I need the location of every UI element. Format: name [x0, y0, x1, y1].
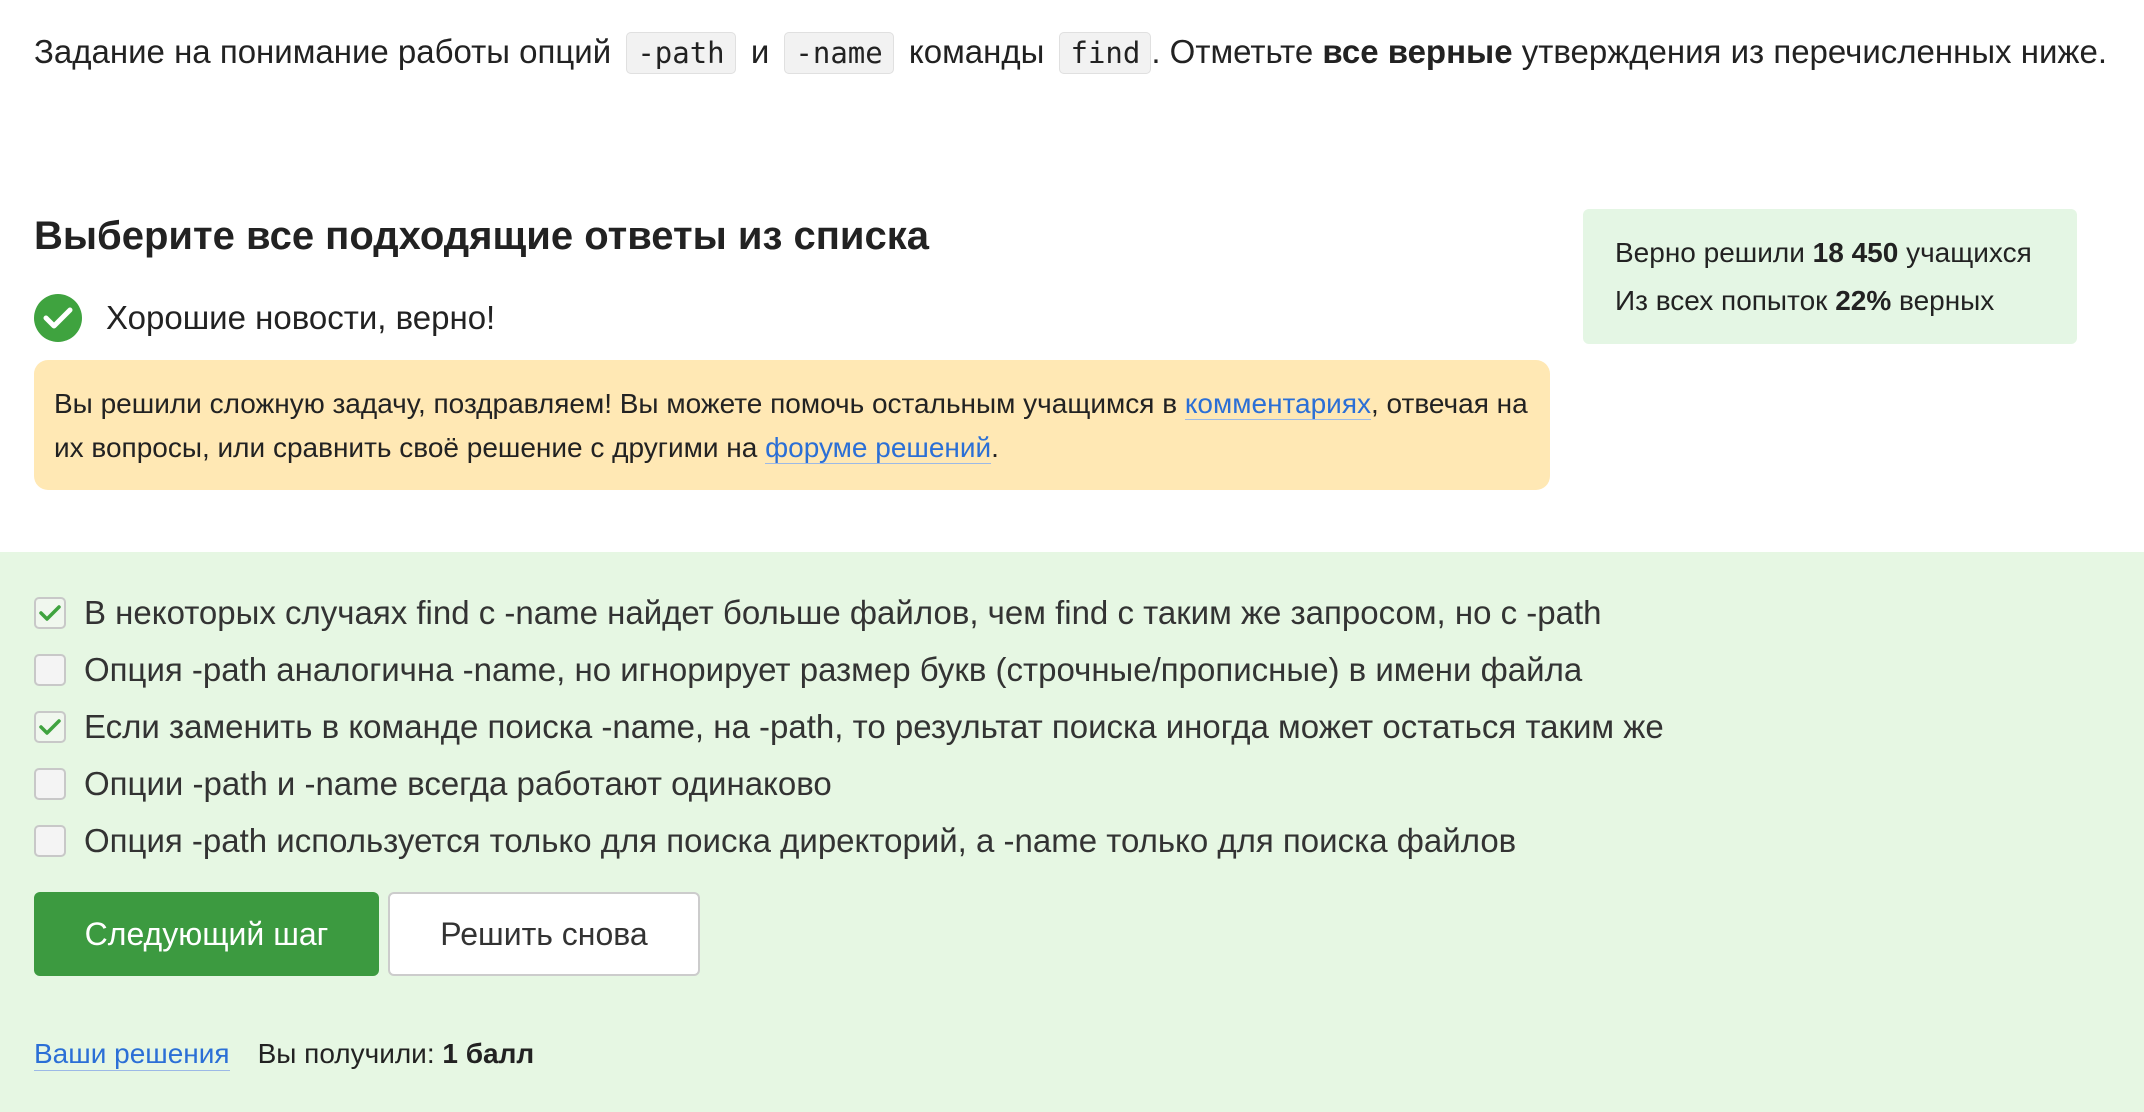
code-name: -name	[784, 32, 894, 74]
comments-link[interactable]: комментариях	[1184, 388, 1371, 420]
stats-panel: Верно решили 18 450 учащихся Из всех поп…	[1583, 209, 2077, 344]
options-list: В некоторых случаях find с -name найдет …	[34, 584, 1664, 869]
option-item[interactable]: Опция -path аналогична -name, но игнорир…	[34, 641, 1664, 698]
checkbox[interactable]	[34, 710, 66, 743]
score-value: 1 балл	[442, 1038, 535, 1069]
check-circle-icon	[34, 294, 82, 342]
submission-footer: Ваши решения Вы получили: 1 балл	[34, 1038, 534, 1071]
option-label: Опции -path и -name всегда работают один…	[84, 764, 832, 802]
option-item[interactable]: Если заменить в команде поиска -name, на…	[34, 698, 1664, 755]
checkbox[interactable]	[34, 653, 66, 686]
option-label: Если заменить в команде поиска -name, на…	[84, 707, 1664, 745]
notice-text: .	[991, 432, 999, 463]
congrats-notice: Вы решили сложную задачу, поздравляем! В…	[34, 360, 1550, 490]
task-description: Задание на понимание работы опций -path …	[34, 28, 2107, 77]
next-step-button[interactable]: Следующий шаг	[34, 892, 379, 976]
result-status: Хорошие новости, верно!	[34, 294, 495, 342]
checkmark-icon	[39, 718, 61, 735]
code-path: -path	[626, 32, 736, 74]
option-label: Опция -path аналогична -name, но игнорир…	[84, 650, 1583, 688]
checkbox[interactable]	[34, 767, 66, 800]
stats-label: верных	[1899, 285, 1995, 316]
stats-attempts: Из всех попыток 22% верных	[1615, 277, 2045, 325]
answers-area: В некоторых случаях find с -name найдет …	[0, 552, 2144, 1112]
stats-label: Верно решили	[1615, 237, 1805, 268]
checkbox[interactable]	[34, 596, 66, 629]
task-text: и	[750, 33, 770, 70]
task-emphasis: все верные	[1322, 33, 1513, 70]
your-solutions-link[interactable]: Ваши решения	[34, 1038, 230, 1071]
attempts-percent: 22%	[1835, 285, 1892, 316]
code-find: find	[1059, 32, 1152, 74]
stats-solved: Верно решили 18 450 учащихся	[1615, 229, 2045, 277]
option-item[interactable]: В некоторых случаях find с -name найдет …	[34, 584, 1664, 641]
checkbox[interactable]	[34, 824, 66, 857]
checkmark-icon	[39, 604, 61, 621]
task-text: Задание на понимание работы опций	[34, 33, 612, 70]
option-label: В некоторых случаях find с -name найдет …	[84, 593, 1602, 631]
score-label: Вы получили:	[257, 1038, 435, 1069]
option-label: Опция -path используется только для поис…	[84, 821, 1517, 859]
option-item[interactable]: Опция -path используется только для поис…	[34, 812, 1664, 869]
question-title: Выберите все подходящие ответы из списка	[34, 214, 929, 258]
stats-label: учащихся	[1906, 237, 2032, 268]
status-text: Хорошие новости, верно!	[106, 299, 496, 336]
notice-text: Вы решили сложную задачу, поздравляем! В…	[54, 388, 1178, 419]
solutions-forum-link[interactable]: форуме решений	[765, 432, 992, 464]
solved-count: 18 450	[1812, 237, 1899, 268]
task-text: . Отметьте	[1151, 33, 1314, 70]
solve-again-button[interactable]: Решить снова	[388, 892, 700, 976]
task-text: утверждения из перечисленных ниже.	[1521, 33, 2107, 70]
option-item[interactable]: Опции -path и -name всегда работают один…	[34, 755, 1664, 812]
stats-label: Из всех попыток	[1615, 285, 1828, 316]
task-text: команды	[908, 33, 1045, 70]
score-text: Вы получили: 1 балл	[258, 1038, 535, 1070]
